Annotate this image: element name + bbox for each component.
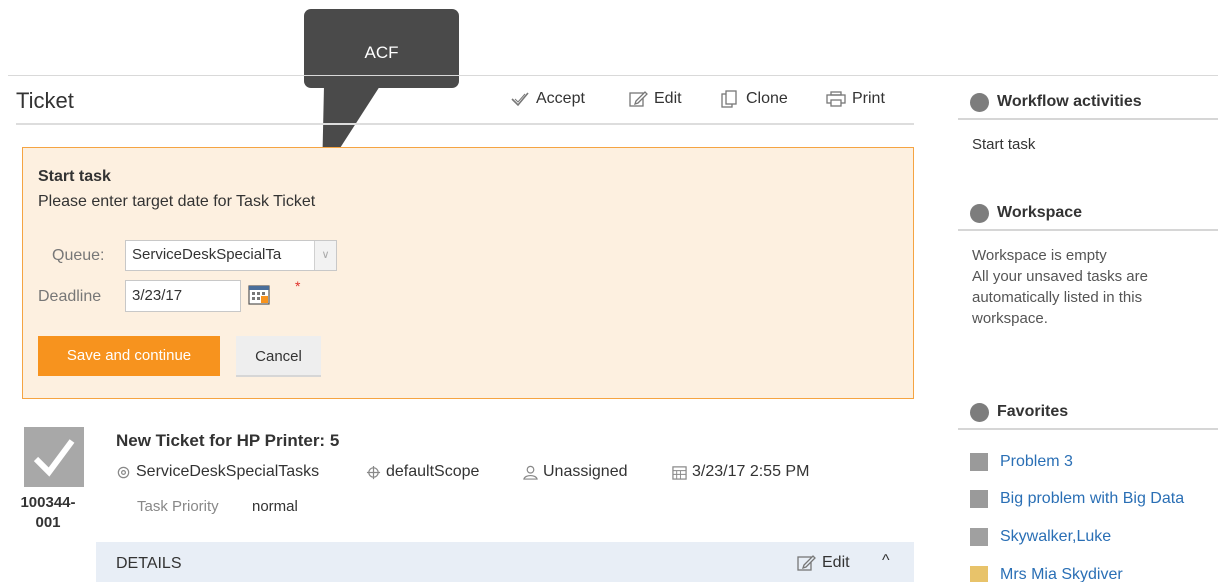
workflow-icon (970, 92, 989, 112)
problem-icon (970, 490, 988, 508)
callout-text: ACF (364, 43, 399, 62)
print-label: Print (852, 90, 885, 107)
favorite-item[interactable]: Problem 3 (970, 453, 1073, 471)
ticket-assignee: Unassigned (523, 463, 628, 481)
ticket-created-label: 3/23/17 2:55 PM (692, 463, 810, 480)
ticket-queue: ServiceDeskSpecialTasks (116, 463, 319, 481)
workspace-empty-text: Workspace is empty All your unsaved task… (972, 245, 1148, 329)
person-icon (970, 566, 988, 582)
save-and-continue-button[interactable]: Save and continue (38, 336, 220, 376)
workflow-title: Workflow activities (997, 93, 1142, 110)
at-icon (970, 528, 988, 546)
required-marker: * (295, 278, 301, 294)
favorite-label: Problem 3 (1000, 453, 1073, 470)
ticket-status-icon (24, 427, 84, 487)
chevron-down-icon[interactable]: ∨ (314, 241, 336, 270)
print-icon (826, 91, 846, 107)
ticket-assignee-label: Unassigned (543, 463, 628, 480)
star-icon (970, 402, 989, 422)
accept-button[interactable]: Accept (510, 90, 585, 108)
details-label: DETAILS (116, 555, 182, 572)
ticket-queue-label: ServiceDeskSpecialTasks (136, 463, 320, 480)
start-task-panel: Start task Please enter target date for … (22, 147, 914, 399)
workspace-icon (970, 203, 989, 223)
deadline-field[interactable]: 3/23/17 (125, 280, 241, 312)
clone-label: Clone (746, 90, 788, 107)
ticket-subject: New Ticket for HP Printer: 5 (116, 431, 340, 450)
favorites-title: Favorites (997, 403, 1069, 420)
queue-label: Queue: (52, 247, 105, 264)
workspace-header: Workspace (958, 197, 1218, 231)
print-button[interactable]: Print (826, 90, 885, 108)
top-divider (8, 75, 1218, 76)
scope-icon (366, 465, 381, 479)
user-icon (523, 465, 538, 480)
details-section-header[interactable]: DETAILS Edit ^ (96, 542, 914, 582)
details-edit-label: Edit (822, 554, 850, 571)
problem-icon (970, 453, 988, 471)
accept-label: Accept (536, 90, 585, 107)
edit-button[interactable]: Edit (628, 90, 682, 108)
task-description: Please enter target date for Task Ticket (38, 193, 316, 210)
deadline-label: Deadline (38, 288, 102, 305)
page-title: Ticket (16, 88, 74, 113)
acf-callout: ACF (304, 9, 459, 88)
favorite-item[interactable]: Big problem with Big Data (970, 490, 1184, 508)
workspace-hint-line: workspace. (972, 310, 1048, 327)
workflow-activities-header: Workflow activities (958, 86, 1218, 120)
calendar-icon[interactable] (248, 283, 270, 305)
priority-label: Task Priority (137, 498, 219, 515)
checkmark-icon (33, 439, 75, 477)
queue-value: ServiceDeskSpecialTa (132, 246, 282, 263)
header-divider (16, 123, 914, 125)
clone-button[interactable]: Clone (720, 90, 788, 108)
queue-select[interactable]: ServiceDeskSpecialTa ∨ (125, 240, 337, 271)
priority-value: normal (252, 498, 298, 515)
edit-icon (797, 555, 816, 571)
workspace-hint-line: automatically listed in this (972, 289, 1143, 306)
check-icon (511, 92, 529, 107)
edit-label: Edit (654, 90, 682, 107)
favorite-label: Big problem with Big Data (1000, 490, 1185, 507)
edit-icon (629, 91, 648, 107)
clone-icon (721, 90, 737, 108)
ticket-scope: defaultScope (366, 463, 479, 481)
calendar-icon (672, 465, 687, 480)
chevron-up-icon[interactable]: ^ (882, 552, 890, 570)
favorites-header: Favorites (958, 396, 1218, 430)
workspace-empty-label: Workspace is empty (972, 247, 1107, 264)
task-title: Start task (38, 168, 111, 185)
cancel-button[interactable]: Cancel (236, 336, 321, 377)
favorite-label: Mrs Mia Skydiver (1000, 566, 1123, 582)
workspace-title: Workspace (997, 204, 1083, 221)
ticket-id: 100344-001 (20, 494, 76, 531)
ticket-created: 3/23/17 2:55 PM (672, 463, 809, 481)
workflow-item[interactable]: Start task (972, 134, 1035, 155)
favorite-item[interactable]: Skywalker,Luke (970, 528, 1111, 546)
ticket-toolbar: Accept Edit Clone Print (510, 90, 910, 114)
favorite-item[interactable]: Mrs Mia Skydiver (970, 566, 1123, 582)
ticket-scope-label: defaultScope (386, 463, 480, 480)
workspace-hint-line: All your unsaved tasks are (972, 268, 1148, 285)
details-edit-button[interactable]: Edit (796, 554, 850, 572)
favorite-label: Skywalker,Luke (1000, 528, 1112, 545)
gear-icon (117, 466, 130, 478)
